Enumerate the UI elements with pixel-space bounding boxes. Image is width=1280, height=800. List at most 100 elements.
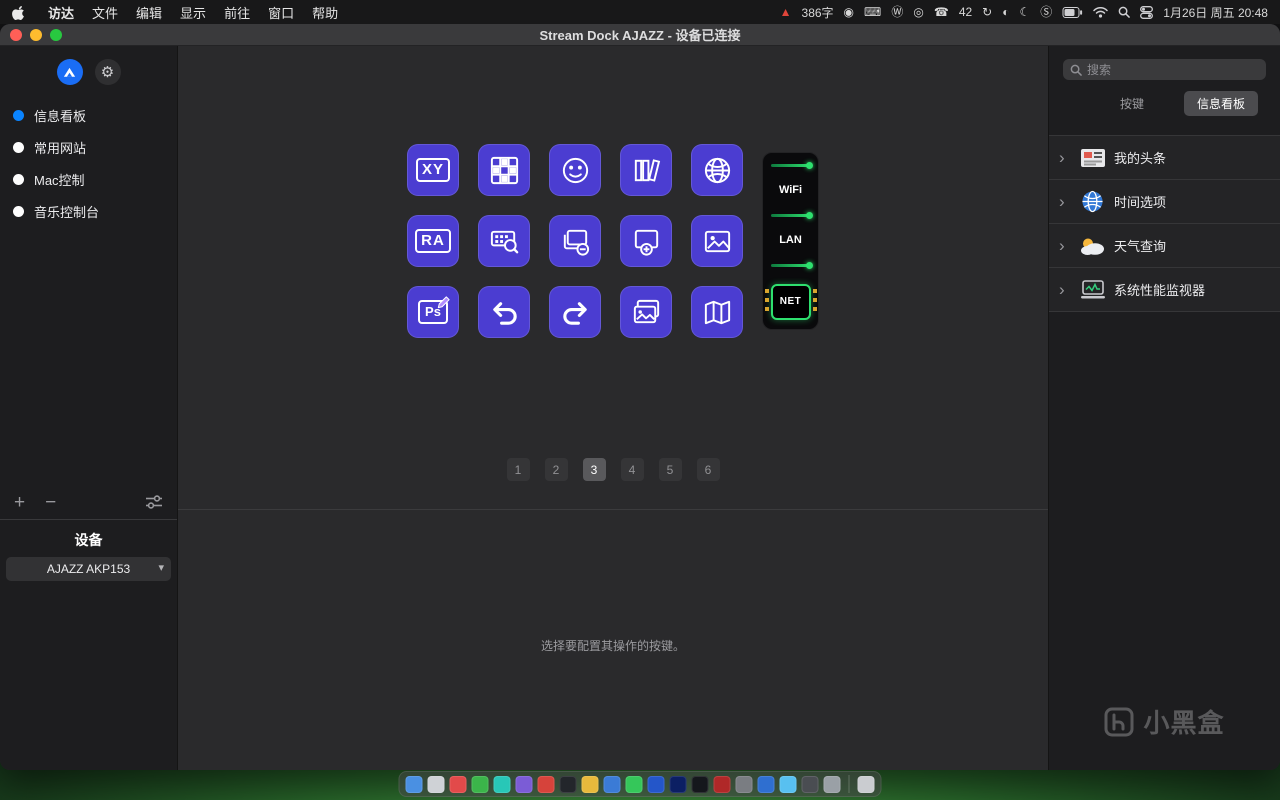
dock-app-icon[interactable] (691, 775, 709, 793)
dock-app-icon[interactable] (603, 775, 621, 793)
category-row-2[interactable]: › 时间选项 (1049, 180, 1280, 224)
spotlight-search-icon[interactable] (1118, 6, 1131, 18)
battery-health-label[interactable]: 42 (959, 5, 972, 19)
dock-app-icon[interactable] (823, 775, 841, 793)
control-center-icon[interactable] (1140, 5, 1154, 19)
focus-moon-icon[interactable]: ☾ (1019, 6, 1030, 18)
window-remove-key[interactable] (549, 215, 601, 267)
display-icon[interactable]: ◐ (1002, 6, 1009, 18)
menu-item-2[interactable]: 文件 (83, 3, 127, 22)
dock-app-icon[interactable] (449, 775, 467, 793)
menu-item-6[interactable]: 窗口 (259, 3, 303, 22)
recording-warning-icon[interactable]: ▲ (780, 6, 792, 18)
apple-menu-icon[interactable] (12, 5, 25, 20)
library-books-key[interactable] (620, 144, 672, 196)
menu-item-7[interactable]: 帮助 (303, 3, 347, 22)
dock-app-icon[interactable] (669, 775, 687, 793)
profile-item-1[interactable]: 信息看板 (0, 99, 177, 131)
category-row-3[interactable]: › 天气查询 (1049, 224, 1280, 268)
dock-app-icon[interactable] (493, 775, 511, 793)
dock-app-icon[interactable] (581, 775, 599, 793)
remove-profile-button[interactable]: − (45, 493, 56, 512)
page-button-1[interactable]: 1 (506, 458, 530, 481)
minimize-button[interactable] (30, 29, 42, 41)
photos-stack-key[interactable] (620, 286, 672, 338)
tab-1[interactable]: 按键 (1120, 95, 1144, 112)
mic-icon[interactable]: ◉ (844, 6, 854, 18)
dock-app-icon[interactable] (801, 775, 819, 793)
redo-key[interactable] (549, 286, 601, 338)
dock-app-icon[interactable] (757, 775, 775, 793)
map-key[interactable] (691, 286, 743, 338)
page-button-4[interactable]: 4 (620, 458, 644, 481)
category-row-4[interactable]: › 系统性能监视器 (1049, 268, 1280, 312)
device-name: AJAZZ AKP153 (46, 562, 131, 576)
dock-app-icon[interactable] (625, 775, 643, 793)
search-box[interactable] (1063, 59, 1266, 80)
menu-item-3[interactable]: 编辑 (127, 3, 171, 22)
dock-app-icon[interactable] (471, 775, 489, 793)
wifi-progress-bar (770, 162, 813, 169)
key-settings-icon[interactable] (145, 495, 163, 509)
xy-pad-key[interactable]: XY (407, 144, 459, 196)
page-button-3[interactable]: 3 (582, 458, 606, 481)
ps-edit-key[interactable]: Ps (407, 286, 459, 338)
tab-2[interactable]: 信息看板 (1183, 91, 1258, 116)
pixel-grid-key[interactable] (478, 144, 530, 196)
wifi-icon[interactable] (1093, 6, 1109, 18)
input-source-icon[interactable]: ⌨ (864, 6, 881, 18)
right-panel: 按键 信息看板 › 我的头条 › 时间选项 › 天气查询 › 系统性能监视器 小黑盒 (1048, 46, 1280, 770)
dock-app-icon[interactable] (537, 775, 555, 793)
clock-label[interactable]: 1月26日 周五 20:48 (1163, 4, 1268, 21)
titlebar[interactable]: Stream Dock AJAZZ - 设备已连接 (0, 24, 1280, 46)
dock-app-icon[interactable] (427, 775, 445, 793)
avatar-face-key[interactable] (549, 144, 601, 196)
profile-item-2[interactable]: 常用网站 (0, 131, 177, 163)
dock-app-icon[interactable] (779, 775, 797, 793)
page-button-2[interactable]: 2 (544, 458, 568, 481)
dock-app-icon[interactable] (647, 775, 665, 793)
undo-key[interactable] (478, 286, 530, 338)
settings-gear-icon[interactable]: ⚙ (94, 59, 121, 85)
zoom-button[interactable] (50, 29, 62, 41)
sync-icon[interactable]: ↻ (982, 6, 992, 18)
close-button[interactable] (10, 29, 22, 41)
dock-app-icon[interactable] (559, 775, 577, 793)
profile-item-3[interactable]: Mac控制 (0, 163, 177, 195)
watermark: 小黑盒 (1049, 703, 1280, 740)
window-add-key[interactable] (620, 215, 672, 267)
network-monitor-widget[interactable]: WiFi LAN NET (762, 152, 819, 330)
profile-label: 信息看板 (34, 108, 87, 124)
device-select[interactable]: AJAZZ AKP153 ▾ (6, 557, 171, 581)
screen-record-icon[interactable]: ◎ (913, 6, 923, 18)
pencil-icon (436, 295, 451, 310)
profile-toolbar: + − (0, 485, 177, 519)
dock-app-icon[interactable] (713, 775, 731, 793)
word-count-label[interactable]: 386字 (802, 4, 834, 21)
wikipedia-icon[interactable]: Ⓦ (891, 6, 903, 18)
dock-app-icon[interactable] (735, 775, 753, 793)
keyboard-search-key[interactable] (478, 215, 530, 267)
dock-app-icon[interactable] (405, 775, 423, 793)
keyboard-search-icon (488, 225, 521, 258)
profile-item-4[interactable]: 音乐控制台 (0, 195, 177, 227)
page-button-5[interactable]: 5 (658, 458, 682, 481)
ra-key[interactable]: RA (407, 215, 459, 267)
dock-app-icon[interactable] (857, 775, 875, 793)
page-button-6[interactable]: 6 (696, 458, 720, 481)
search-input[interactable] (1087, 62, 1259, 77)
add-profile-button[interactable]: + (14, 493, 25, 512)
image-key[interactable] (691, 215, 743, 267)
dock-app-icon[interactable] (515, 775, 533, 793)
wechat-icon[interactable]: ☎ (934, 6, 949, 18)
s-app-icon[interactable]: Ⓢ (1040, 6, 1052, 18)
menu-item-1[interactable]: 访达 (39, 3, 83, 22)
profile-list: 信息看板常用网站 Mac控制 音乐控制台 (0, 97, 177, 229)
globe-key[interactable] (691, 144, 743, 196)
category-row-1[interactable]: › 我的头条 (1049, 136, 1280, 180)
menu-item-4[interactable]: 显示 (171, 3, 215, 22)
radio-selected-icon (13, 109, 24, 121)
app-logo-button[interactable] (56, 59, 83, 85)
menu-item-5[interactable]: 前往 (215, 3, 259, 22)
battery-icon[interactable] (1062, 6, 1083, 18)
